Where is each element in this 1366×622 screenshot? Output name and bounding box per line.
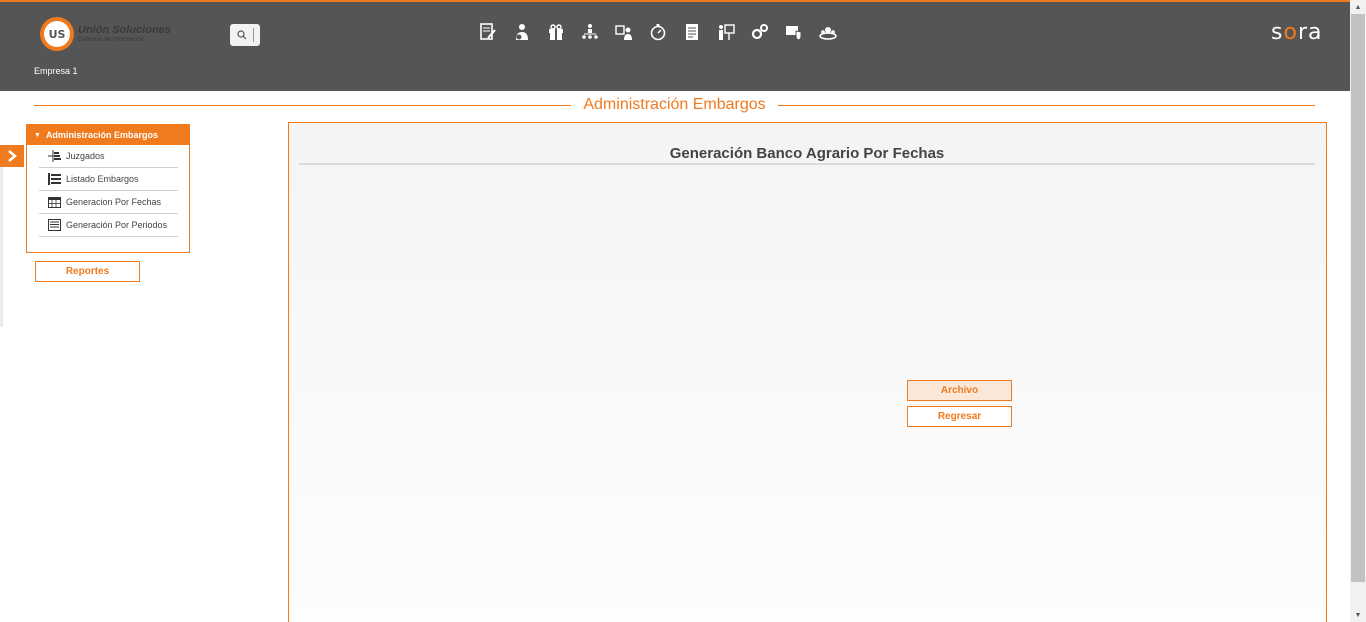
scroll-down-arrow-icon[interactable]: ▼: [1350, 608, 1366, 622]
module-toolbar: [478, 22, 838, 42]
union-soluciones-logo[interactable]: US Unión Soluciones Sistemas de Informac…: [40, 17, 171, 51]
search-icon: [237, 30, 247, 40]
search-divider: [253, 28, 254, 42]
vertical-scrollbar[interactable]: ▲ ▼: [1350, 0, 1366, 622]
page-title-row: Administración Embargos: [34, 95, 1316, 115]
menu-item-label: Listado Embargos: [66, 174, 139, 184]
scroll-thumb[interactable]: [1351, 14, 1365, 582]
document-list-icon[interactable]: [682, 22, 702, 42]
company-name: Empresa 1: [34, 66, 78, 76]
regresar-button[interactable]: Regresar: [907, 406, 1012, 427]
menu-item-listado-embargos[interactable]: Listado Embargos: [39, 168, 178, 191]
shield-badge-icon[interactable]: [784, 22, 804, 42]
chevron-right-icon: [8, 150, 17, 162]
menu-header[interactable]: ▼ Administración Embargos: [27, 125, 189, 145]
table-icon: [47, 218, 61, 232]
training-presentation-icon[interactable]: [716, 22, 736, 42]
logo-mark: US: [40, 17, 74, 51]
brand-prefix: s: [1271, 20, 1284, 45]
stopwatch-icon[interactable]: [648, 22, 668, 42]
hierarchy-icon[interactable]: [580, 22, 600, 42]
side-menu: ▼ Administración Embargos Juzgados Lista…: [26, 124, 190, 253]
menu-item-label: Generacion Por Fechas: [66, 197, 162, 207]
panel-title: Generación Banco Agrario Por Fechas: [669, 145, 945, 162]
archivo-button[interactable]: Archivo: [907, 380, 1012, 401]
logo-line2: Sistemas de Información: [78, 36, 145, 43]
list-icon: [47, 172, 61, 186]
title-line-right: [777, 104, 1316, 106]
scroll-up-arrow-icon[interactable]: ▲: [1350, 0, 1366, 14]
search-button[interactable]: [230, 24, 260, 46]
menu-item-label: Generación Por Periodos: [66, 220, 168, 230]
court-hierarchy-icon: [47, 149, 61, 163]
brand-suffix: ra: [1297, 20, 1323, 45]
sidebar-strip: [0, 167, 3, 327]
panel-title-divider: [299, 163, 1315, 165]
menu-item-juzgados[interactable]: Juzgados: [39, 145, 178, 168]
logo-mark-text: US: [44, 21, 70, 47]
menu-header-label: Administración Embargos: [45, 130, 158, 140]
logo-line1: Unión Soluciones: [78, 23, 171, 36]
sora-brand-logo: sora: [1271, 20, 1322, 45]
top-header: US Unión Soluciones Sistemas de Informac…: [0, 0, 1350, 91]
staff-exchange-icon[interactable]: [614, 22, 634, 42]
menu-item-generacion-periodos[interactable]: Generación Por Periodos: [39, 214, 178, 237]
employee-money-icon[interactable]: [512, 22, 532, 42]
main-panel: Generación Banco Agrario Por Fechas Arch…: [288, 122, 1327, 622]
calendar-icon: [47, 195, 61, 209]
logo-text: Unión Soluciones Sistemas de Información: [78, 24, 171, 45]
brand-o: o: [1283, 20, 1298, 45]
menu-item-label: Juzgados: [66, 151, 105, 161]
gears-icon[interactable]: [750, 22, 770, 42]
sidebar-toggle-button[interactable]: [0, 145, 24, 167]
page-title: Administración Embargos: [583, 96, 766, 113]
gift-icon[interactable]: [546, 22, 566, 42]
reportes-button[interactable]: Reportes: [35, 261, 140, 282]
title-line-left: [34, 104, 572, 106]
notes-edit-icon[interactable]: [478, 22, 498, 42]
menu-item-generacion-fechas[interactable]: Generacion Por Fechas: [39, 191, 178, 214]
caret-down-icon: ▼: [34, 131, 41, 139]
team-meeting-icon[interactable]: [818, 22, 838, 42]
